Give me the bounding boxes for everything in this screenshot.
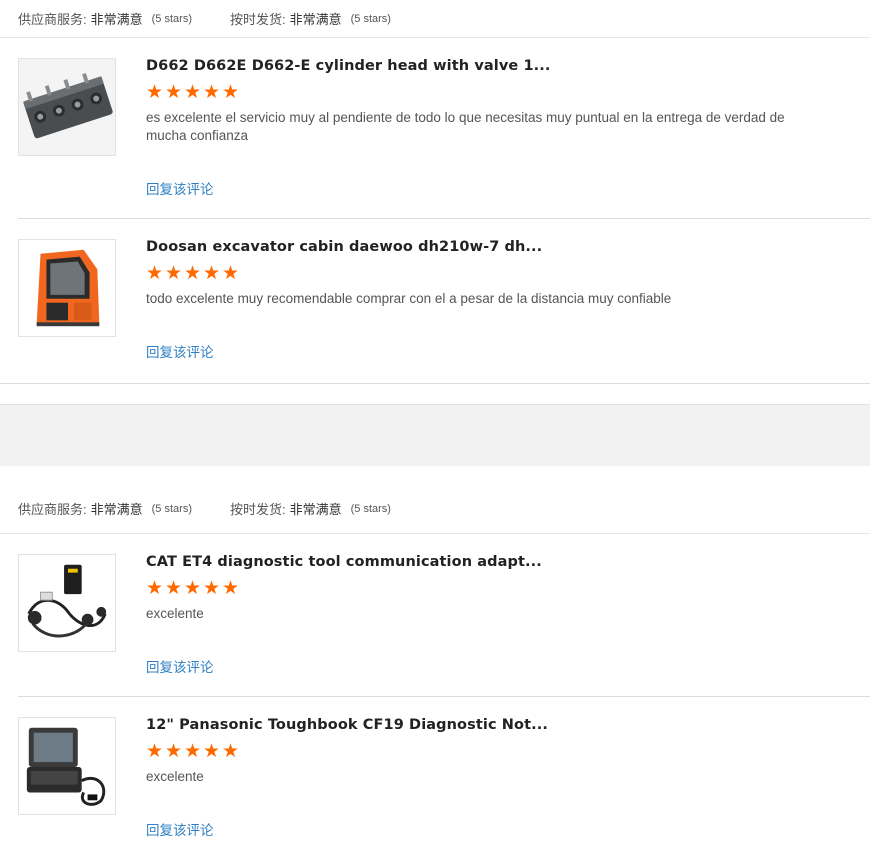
cylinder-head-product-image[interactable]: [18, 58, 116, 156]
supplier-service-rating: 供应商服务: 非常满意 (5 stars): [18, 9, 192, 28]
star-icon: ★: [203, 82, 221, 103]
on-time-shipping-label: 按时发货:: [229, 12, 286, 27]
review-star-rating: ★ ★ ★ ★ ★: [146, 82, 810, 103]
feedback-card-2: 供应商服务: 非常满意 (5 stars) 按时发货: 非常满意 (5 star…: [0, 466, 870, 857]
supplier-service-value: 非常满意: [90, 502, 143, 517]
supplier-service-label: 供应商服务:: [18, 12, 87, 27]
product-title[interactable]: D662 D662E D662-E cylinder head with val…: [146, 58, 810, 74]
review-item: CAT ET4 diagnostic tool communication ad…: [18, 534, 870, 697]
feedback-card-1: 供应商服务: 非常满意 (5 stars) 按时发货: 非常满意 (5 star…: [0, 0, 870, 384]
review-content: Doosan excavator cabin daewoo dh210w-7 d…: [146, 239, 810, 308]
on-time-shipping-label: 按时发货:: [229, 502, 286, 517]
product-title[interactable]: CAT ET4 diagnostic tool communication ad…: [146, 554, 810, 570]
review-item: D662 D662E D662-E cylinder head with val…: [18, 38, 870, 219]
seller-rating-bar: 供应商服务: 非常满意 (5 stars) 按时发货: 非常满意 (5 star…: [0, 466, 870, 534]
star-icon: ★: [146, 263, 164, 284]
review-comment: excelente: [146, 606, 204, 621]
review-comment: excelente: [146, 769, 204, 784]
on-time-shipping-rating: 按时发货: 非常满意 (5 stars): [230, 9, 391, 28]
supplier-service-rating: 供应商服务: 非常满意 (5 stars): [18, 499, 192, 518]
star-icon: ★: [184, 263, 202, 284]
on-time-shipping-value: 非常满意: [289, 502, 342, 517]
review-item: Doosan excavator cabin daewoo dh210w-7 d…: [18, 219, 870, 382]
star-icon: ★: [222, 578, 240, 599]
supplier-service-label: 供应商服务:: [18, 502, 87, 517]
star-icon: ★: [222, 82, 240, 103]
review-comment: es excelente el servicio muy al pendient…: [146, 110, 785, 143]
review-star-rating: ★ ★ ★ ★ ★: [146, 741, 810, 762]
star-icon: ★: [165, 263, 183, 284]
diagnostic-adapter-product-image[interactable]: [18, 554, 116, 652]
supplier-service-value: 非常满意: [90, 12, 143, 27]
toughbook-laptop-product-image[interactable]: [18, 717, 116, 815]
star-icon: ★: [184, 741, 202, 762]
star-icon: ★: [184, 82, 202, 103]
star-icon: ★: [222, 741, 240, 762]
supplier-service-stars: (5 stars): [151, 502, 192, 515]
product-title[interactable]: Doosan excavator cabin daewoo dh210w-7 d…: [146, 239, 810, 255]
review-comment: todo excelente muy recomendable comprar …: [146, 291, 672, 306]
star-icon: ★: [165, 741, 183, 762]
reply-to-review-link[interactable]: 回复该评论: [146, 656, 214, 676]
review-item: 12" Panasonic Toughbook CF19 Diagnostic …: [18, 697, 870, 857]
star-icon: ★: [165, 578, 183, 599]
reply-to-review-link[interactable]: 回复该评论: [146, 178, 214, 198]
star-icon: ★: [146, 578, 164, 599]
supplier-service-stars: (5 stars): [151, 12, 192, 25]
on-time-shipping-stars: (5 stars): [350, 502, 391, 515]
section-separator: [0, 404, 870, 466]
star-icon: ★: [203, 741, 221, 762]
star-icon: ★: [203, 578, 221, 599]
review-content: D662 D662E D662-E cylinder head with val…: [146, 58, 810, 145]
review-star-rating: ★ ★ ★ ★ ★: [146, 263, 810, 284]
reply-to-review-link[interactable]: 回复该评论: [146, 341, 214, 361]
reply-to-review-link[interactable]: 回复该评论: [146, 819, 214, 839]
star-icon: ★: [222, 263, 240, 284]
review-content: CAT ET4 diagnostic tool communication ad…: [146, 554, 810, 623]
review-star-rating: ★ ★ ★ ★ ★: [146, 578, 810, 599]
star-icon: ★: [184, 578, 202, 599]
seller-rating-bar: 供应商服务: 非常满意 (5 stars) 按时发货: 非常满意 (5 star…: [0, 0, 870, 38]
star-icon: ★: [146, 82, 164, 103]
on-time-shipping-value: 非常满意: [289, 12, 342, 27]
product-title[interactable]: 12" Panasonic Toughbook CF19 Diagnostic …: [146, 717, 810, 733]
on-time-shipping-rating: 按时发货: 非常满意 (5 stars): [230, 499, 391, 518]
review-content: 12" Panasonic Toughbook CF19 Diagnostic …: [146, 717, 810, 786]
star-icon: ★: [165, 82, 183, 103]
excavator-cabin-product-image[interactable]: [18, 239, 116, 337]
star-icon: ★: [203, 263, 221, 284]
star-icon: ★: [146, 741, 164, 762]
on-time-shipping-stars: (5 stars): [350, 12, 391, 25]
